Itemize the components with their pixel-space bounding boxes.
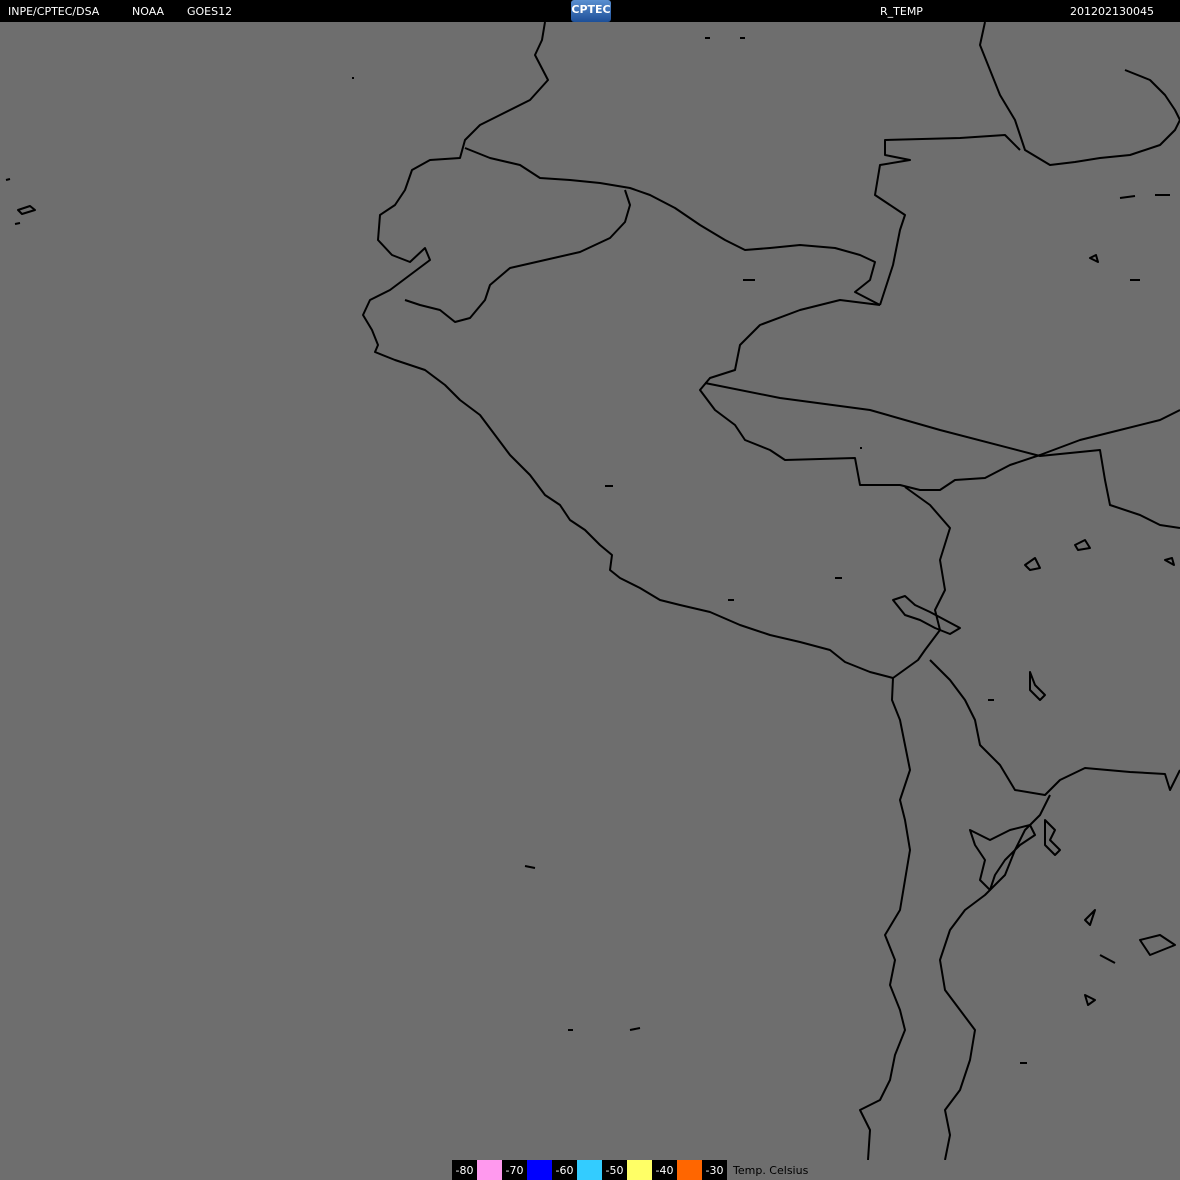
cptec-logo: CPTEC — [571, 0, 611, 22]
island — [1164, 557, 1175, 566]
lake — [1084, 994, 1096, 1006]
legend-swatch — [527, 1160, 552, 1180]
legend-label: -40 — [652, 1160, 677, 1180]
legend-unit: Temp. Celsius — [733, 1163, 809, 1177]
border-ecuador-peru — [404, 189, 631, 323]
border-peru-brazil — [699, 299, 1180, 491]
source-label: NOAA — [132, 5, 165, 18]
island — [524, 865, 536, 869]
island — [17, 205, 36, 215]
legend-swatch — [577, 1160, 602, 1180]
lake-titicaca — [892, 595, 961, 635]
temperature-legend: -80 -70 -60 -50 -40 -30 Temp. Celsius — [452, 1160, 808, 1180]
lake — [1024, 557, 1041, 571]
legend-label: -60 — [552, 1160, 577, 1180]
lake — [1139, 934, 1176, 956]
timestamp-label: 201202130045 — [1070, 5, 1154, 18]
border-colombia — [464, 147, 881, 306]
coastline — [362, 22, 911, 1160]
border-colombia-east — [874, 134, 1021, 306]
island — [629, 1027, 641, 1031]
legend-swatch — [677, 1160, 702, 1180]
border-brazil-bolivia — [704, 382, 1180, 529]
island — [1099, 954, 1116, 964]
border-venezuela — [979, 22, 1180, 166]
island — [14, 222, 21, 225]
lake — [1074, 539, 1091, 551]
legend-label: -50 — [602, 1160, 627, 1180]
island — [1119, 195, 1136, 199]
header-bar: INPE/CPTEC/DSA NOAA GOES12 CPTEC R_TEMP … — [0, 0, 1180, 22]
border-chile-argentina — [939, 794, 1051, 1160]
legend-label: -80 — [452, 1160, 477, 1180]
island — [1089, 254, 1099, 263]
coast-caribbean — [1124, 69, 1180, 121]
island — [5, 178, 11, 181]
border-peru-bolivia — [892, 486, 951, 679]
legend-swatch — [627, 1160, 652, 1180]
lake — [1029, 671, 1046, 701]
agency-label: INPE/CPTEC/DSA — [8, 5, 100, 18]
border-bolivia-chile — [929, 659, 1180, 796]
satellite-map — [5, 22, 1180, 1160]
lake — [969, 824, 1036, 891]
legend-swatch — [477, 1160, 502, 1180]
lake — [1044, 819, 1061, 856]
satellite-label: GOES12 — [187, 5, 233, 18]
lake — [1084, 909, 1096, 926]
product-label: R_TEMP — [880, 5, 923, 18]
legend-label: -70 — [502, 1160, 527, 1180]
legend-label: -30 — [702, 1160, 727, 1180]
